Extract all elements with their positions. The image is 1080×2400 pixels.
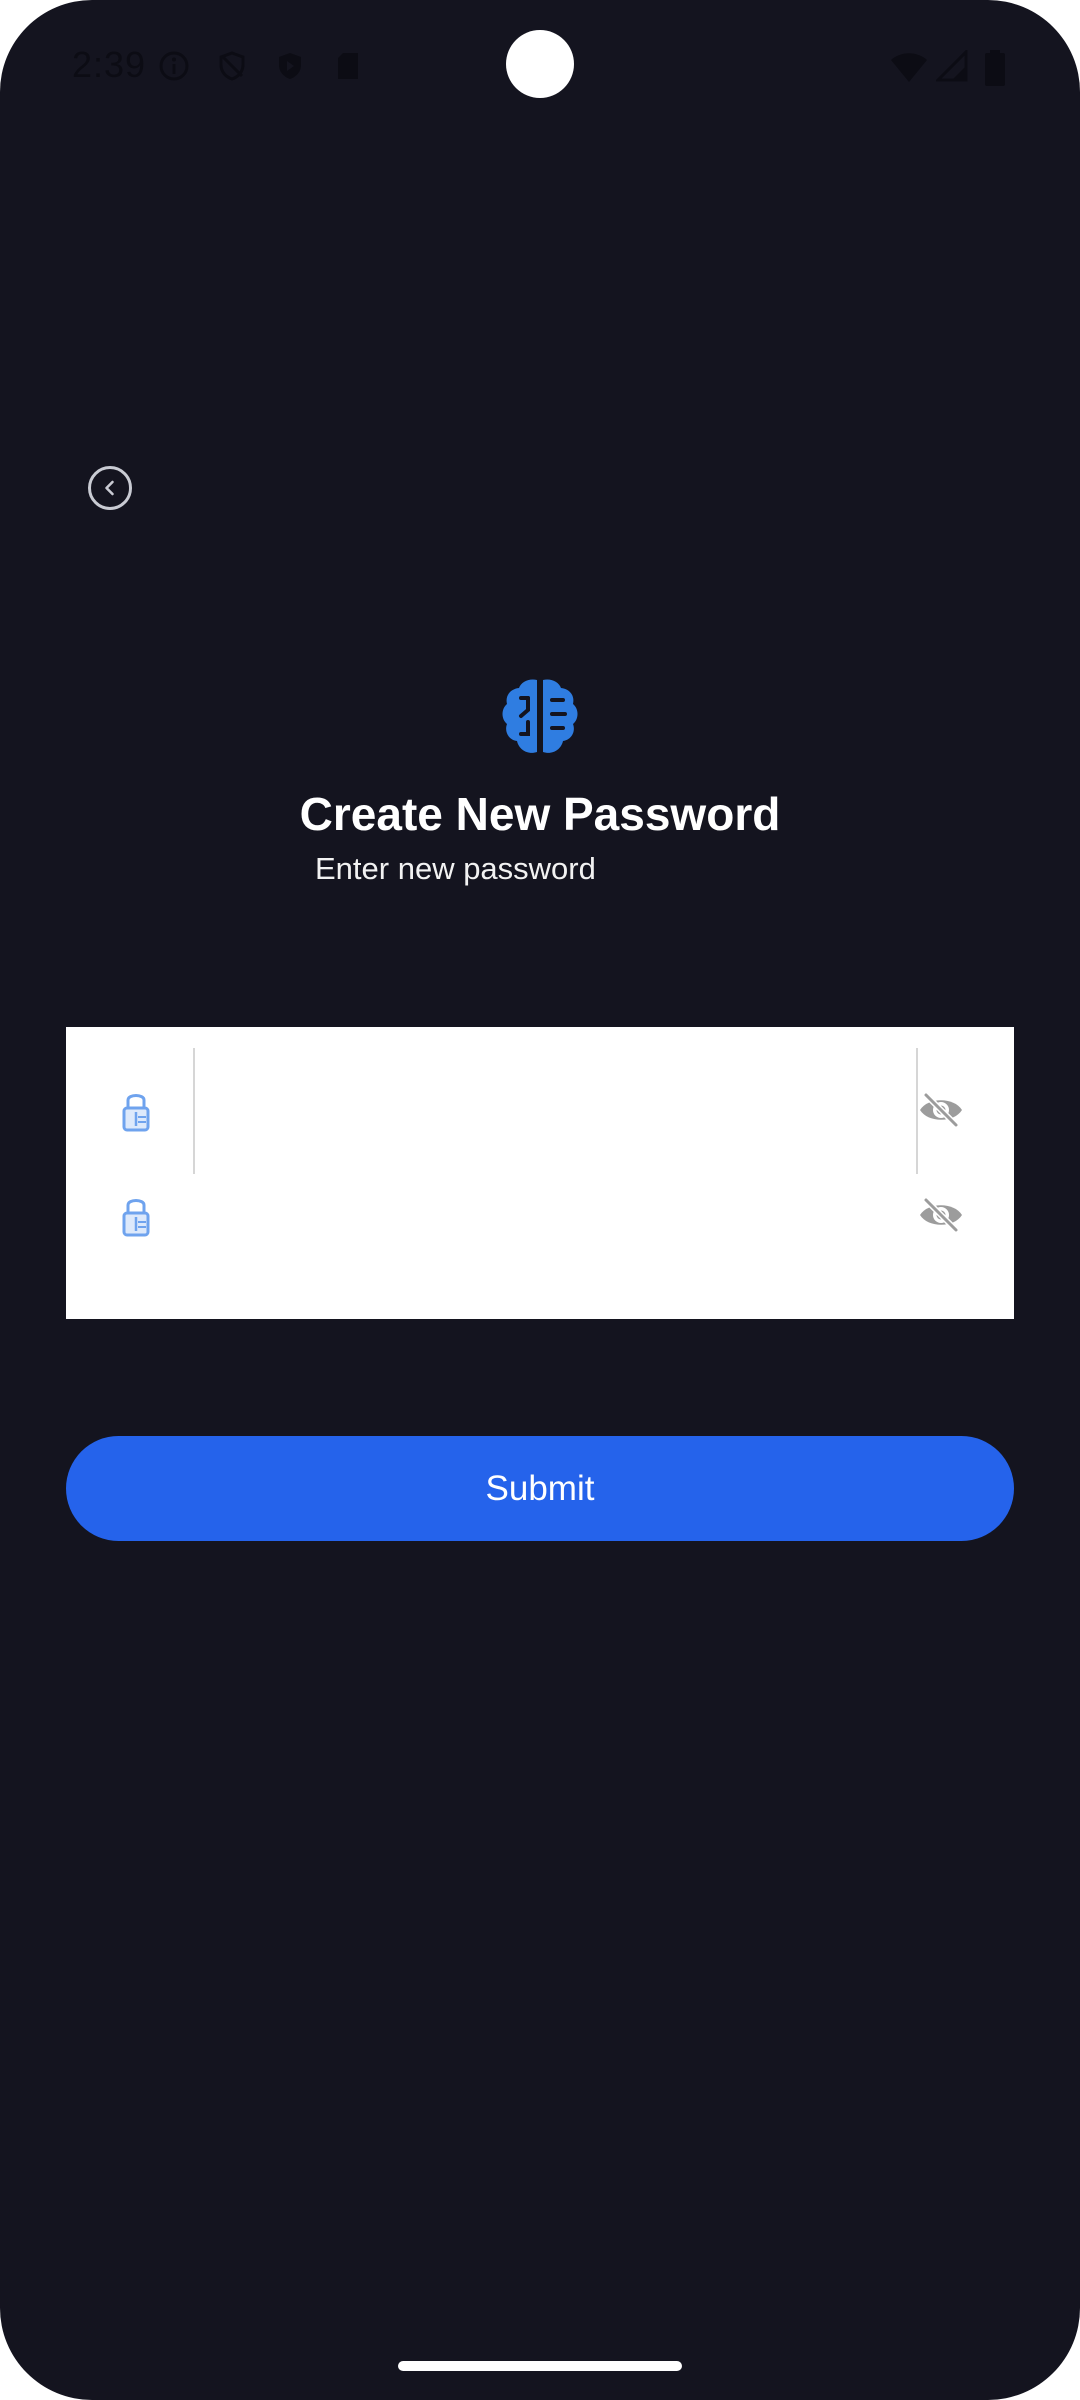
brain-icon	[502, 679, 578, 753]
sd-card-icon	[338, 53, 358, 79]
confirm-password-field	[66, 1174, 1014, 1300]
shield-icon	[279, 53, 301, 79]
battery-icon	[985, 50, 1005, 86]
field-divider	[193, 1048, 195, 1174]
home-indicator[interactable]	[398, 2361, 682, 2371]
lock-icon	[122, 1094, 150, 1132]
status-bar: 2:39	[0, 0, 1080, 135]
app-screen: 2:39 Create New Password Enter new passw…	[0, 0, 1080, 2400]
lock-icon	[122, 1199, 150, 1237]
page-subtitle: Enter new password	[315, 851, 596, 886]
chevron-left-icon	[105, 480, 114, 496]
page-title: Create New Password	[299, 788, 781, 840]
shield-off-icon	[219, 51, 245, 81]
eye-off-icon[interactable]	[917, 1195, 965, 1235]
wifi-icon	[891, 53, 927, 82]
password-form	[66, 1027, 1014, 1319]
signal-icon	[936, 50, 968, 82]
submit-button[interactable]: Submit	[66, 1436, 1014, 1541]
new-password-field	[66, 1048, 1014, 1174]
eye-off-icon[interactable]	[917, 1090, 965, 1130]
new-password-input[interactable]	[206, 1068, 906, 1154]
status-time: 2:39	[72, 44, 147, 85]
info-icon	[159, 51, 189, 81]
front-camera	[506, 30, 574, 98]
confirm-password-input[interactable]	[206, 1174, 906, 1260]
back-button[interactable]	[88, 466, 132, 510]
